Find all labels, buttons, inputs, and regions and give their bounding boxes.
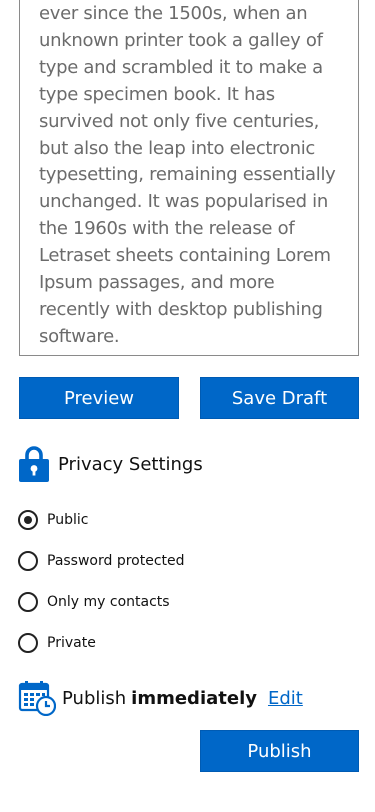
radio-public[interactable] — [18, 510, 38, 530]
post-body-text: ever since the 1500s, when an unknown pr… — [39, 3, 336, 347]
radio-only-my-contacts[interactable] — [18, 592, 38, 612]
edit-publish-link[interactable]: Edit — [268, 688, 303, 709]
privacy-option-public[interactable]: Public — [18, 508, 88, 532]
publish-button[interactable]: Publish — [200, 730, 359, 772]
radio-password-protected[interactable] — [18, 551, 38, 571]
privacy-option-private[interactable]: Private — [18, 631, 96, 655]
privacy-option-label: Public — [47, 512, 89, 528]
publish-label: Publish — [62, 687, 127, 709]
privacy-option-label: Private — [47, 635, 96, 651]
privacy-option-password-protected[interactable]: Password protected — [18, 549, 185, 573]
radio-private[interactable] — [18, 633, 38, 653]
privacy-option-label: Only my contacts — [47, 594, 170, 610]
post-body-textarea[interactable]: ever since the 1500s, when an unknown pr… — [19, 0, 359, 356]
privacy-option-label: Password protected — [47, 553, 185, 569]
lock-icon — [19, 446, 49, 482]
preview-button[interactable]: Preview — [19, 377, 179, 419]
save-draft-button[interactable]: Save Draft — [200, 377, 359, 419]
publish-timing: immediately — [131, 687, 257, 709]
publish-schedule-row: Publish immediately Edit — [18, 680, 303, 716]
privacy-settings-header: Privacy Settings — [19, 444, 203, 482]
privacy-option-only-my-contacts[interactable]: Only my contacts — [18, 590, 170, 614]
privacy-settings-title: Privacy Settings — [58, 454, 203, 475]
calendar-clock-icon — [18, 681, 56, 716]
